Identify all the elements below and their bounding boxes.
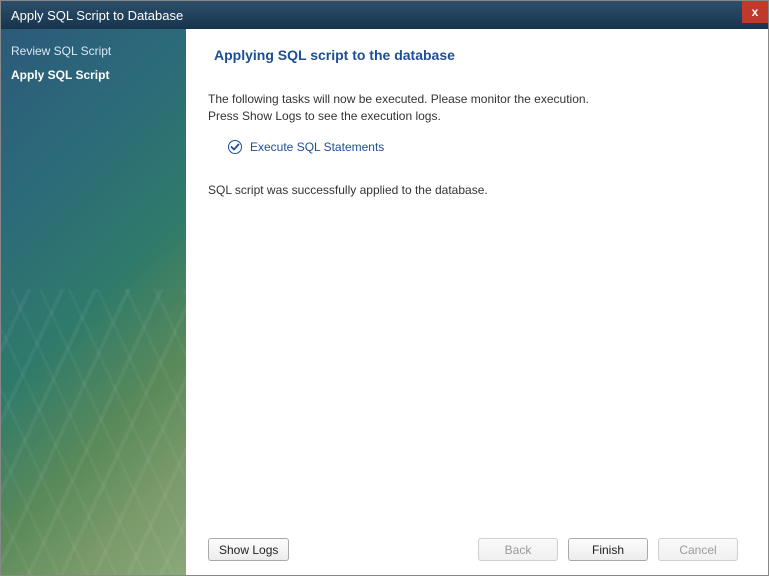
window-title: Apply SQL Script to Database [11, 8, 183, 23]
wizard-step-apply[interactable]: Apply SQL Script [1, 63, 186, 87]
wizard-sidebar: Review SQL Script Apply SQL Script [1, 29, 186, 575]
close-button[interactable]: x [742, 1, 768, 23]
wizard-main: Applying SQL script to the database The … [186, 29, 768, 575]
dialog-body: Review SQL Script Apply SQL Script Apply… [1, 29, 768, 575]
titlebar: Apply SQL Script to Database x [1, 1, 768, 29]
dialog-footer: Show Logs Back Finish Cancel [208, 528, 746, 575]
show-logs-button[interactable]: Show Logs [208, 538, 289, 561]
wizard-step-label: Review SQL Script [11, 44, 111, 58]
check-icon [228, 140, 242, 154]
status-text: SQL script was successfully applied to t… [208, 182, 746, 199]
task-row: Execute SQL Statements [228, 140, 746, 154]
spacer [208, 199, 746, 528]
wizard-step-review[interactable]: Review SQL Script [1, 39, 186, 63]
page-heading: Applying SQL script to the database [214, 47, 746, 63]
finish-button[interactable]: Finish [568, 538, 648, 561]
info-text: The following tasks will now be executed… [208, 91, 746, 126]
info-line: Press Show Logs to see the execution log… [208, 109, 441, 123]
task-label: Execute SQL Statements [250, 140, 384, 154]
back-button[interactable]: Back [478, 538, 558, 561]
cancel-button[interactable]: Cancel [658, 538, 738, 561]
wizard-step-label: Apply SQL Script [11, 68, 109, 82]
info-line: The following tasks will now be executed… [208, 92, 589, 106]
close-icon: x [752, 5, 759, 19]
dialog-window: Apply SQL Script to Database x Review SQ… [0, 0, 769, 576]
